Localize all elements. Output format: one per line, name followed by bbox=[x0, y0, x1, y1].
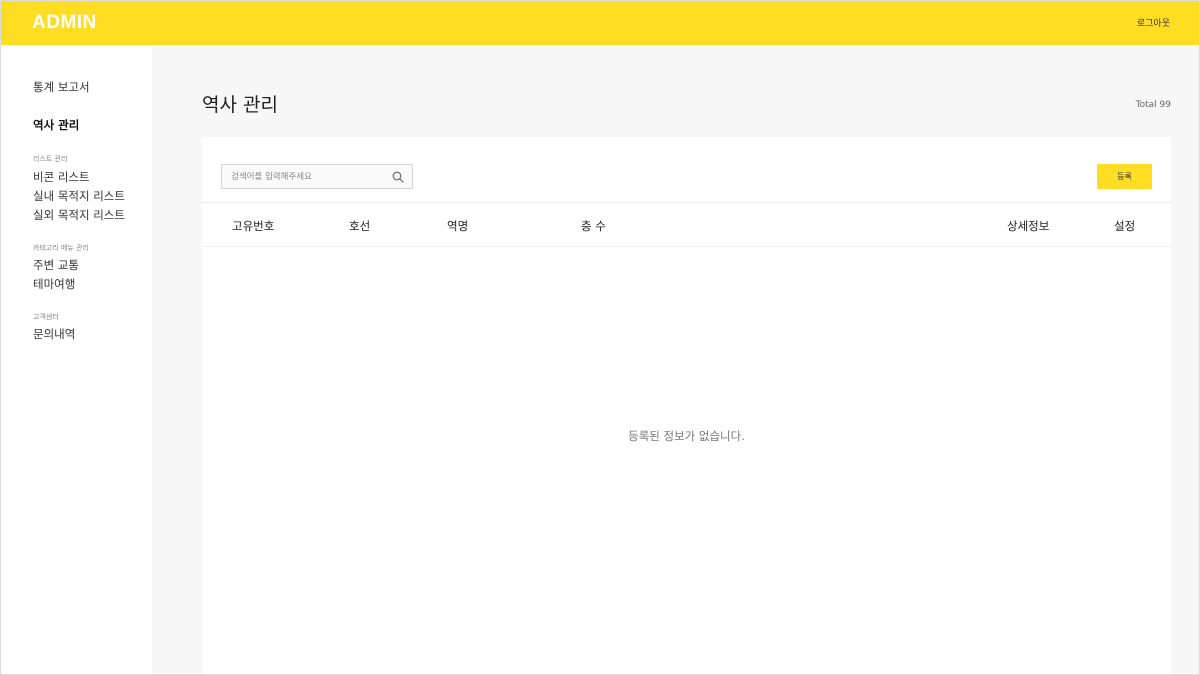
admin-logo[interactable]: ADMIN bbox=[32, 12, 97, 34]
sidebar-item-nearby-transport[interactable]: 주변 교통 bbox=[33, 257, 79, 273]
sidebar: 통계 보고서 역사 관리 리스트 관리 비콘 리스트 실내 목적지 리스트 실외… bbox=[1, 45, 152, 674]
sidebar-section-customer-center: 고객센터 bbox=[33, 313, 59, 321]
search-box bbox=[221, 164, 413, 189]
total-count: Total 99 bbox=[1135, 100, 1171, 110]
column-header-line: 호선 bbox=[349, 219, 371, 233]
app-frame: ADMIN 로그아웃 통계 보고서 역사 관리 리스트 관리 비콘 리스트 실내… bbox=[0, 0, 1200, 675]
register-button[interactable]: 등록 bbox=[1097, 164, 1152, 189]
sidebar-item-inquiries[interactable]: 문의내역 bbox=[33, 326, 75, 342]
content-panel: 등록 고유번호 호선 역명 층 수 상세정보 설정 등록된 정보가 없습니다. bbox=[202, 137, 1171, 674]
sidebar-item-outdoor-destination-list[interactable]: 실외 목적지 리스트 bbox=[33, 207, 125, 223]
top-bar: ADMIN 로그아웃 bbox=[1, 1, 1199, 45]
table-header: 고유번호 호선 역명 층 수 상세정보 설정 bbox=[202, 202, 1171, 247]
sidebar-item-indoor-destination-list[interactable]: 실내 목적지 리스트 bbox=[33, 188, 125, 204]
column-header-details: 상세정보 bbox=[1007, 219, 1050, 233]
search-input[interactable] bbox=[222, 165, 382, 188]
column-header-station-name: 역명 bbox=[447, 219, 469, 233]
column-header-settings: 설정 bbox=[1114, 219, 1136, 233]
column-header-floors: 층 수 bbox=[581, 219, 606, 233]
sidebar-section-category-menu: 카테고리 메뉴 관리 bbox=[33, 244, 89, 252]
logout-link[interactable]: 로그아웃 bbox=[1137, 16, 1170, 29]
sidebar-item-station-management[interactable]: 역사 관리 bbox=[33, 117, 79, 133]
sidebar-item-theme-travel[interactable]: 테마여행 bbox=[33, 276, 75, 292]
sidebar-section-list-management: 리스트 관리 bbox=[33, 155, 68, 163]
page-title: 역사 관리 bbox=[202, 94, 278, 116]
sidebar-item-stats-report[interactable]: 통계 보고서 bbox=[33, 79, 90, 95]
column-header-id: 고유번호 bbox=[232, 219, 275, 233]
sidebar-item-beacon-list[interactable]: 비콘 리스트 bbox=[33, 169, 90, 185]
empty-state-message: 등록된 정보가 없습니다. bbox=[628, 429, 745, 443]
search-icon[interactable] bbox=[392, 171, 404, 183]
main-content: 역사 관리 Total 99 등록 고유번호 호선 역명 층 수 상세정보 설정… bbox=[152, 45, 1199, 674]
